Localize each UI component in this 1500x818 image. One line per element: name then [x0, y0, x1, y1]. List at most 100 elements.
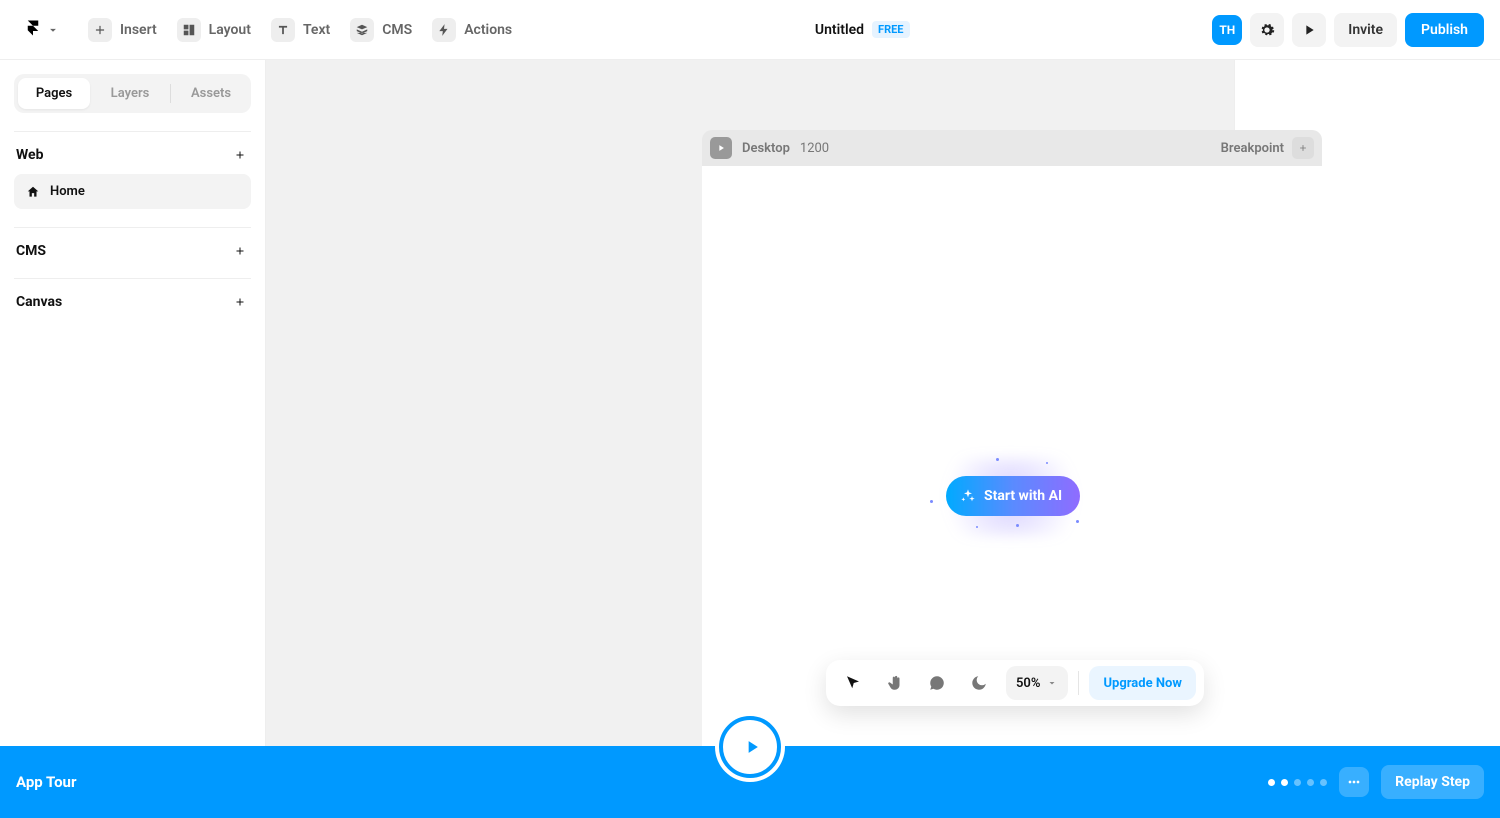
chevron-down-icon [46, 23, 60, 37]
tour-dot[interactable] [1307, 779, 1314, 786]
tour-dot[interactable] [1268, 779, 1275, 786]
comment-icon [928, 674, 946, 692]
actions-menu[interactable]: Actions [432, 18, 512, 42]
breakpoint-device[interactable]: Desktop [742, 141, 790, 156]
invite-button[interactable]: Invite [1334, 13, 1397, 47]
framer-logo-icon [24, 19, 42, 41]
top-toolbar-left: Insert Layout Text CMS Actions [16, 13, 512, 47]
dark-mode-button[interactable] [960, 664, 998, 702]
section-web-header: Web [14, 146, 251, 164]
publish-label: Publish [1421, 22, 1468, 38]
sidebar-tabs: Pages Layers Assets [14, 74, 251, 113]
sparkle-icon [1046, 462, 1048, 464]
insert-label: Insert [120, 22, 157, 38]
main-body: Pages Layers Assets Web Home CMS Canvas [0, 60, 1500, 746]
layout-menu[interactable]: Layout [177, 18, 251, 42]
app-tour-bar: App Tour Replay Step [0, 746, 1500, 818]
upgrade-button[interactable]: Upgrade Now [1089, 666, 1195, 700]
ai-button-wrap: Start with AI [946, 476, 1080, 516]
tab-assets[interactable]: Assets [175, 78, 247, 109]
tab-divider [170, 84, 171, 103]
section-web: Web Home [14, 131, 251, 209]
dots-icon [1346, 774, 1362, 790]
publish-button[interactable]: Publish [1405, 13, 1484, 47]
breakpoint-bar: Desktop 1200 Breakpoint [702, 130, 1322, 166]
tour-dot[interactable] [1281, 779, 1288, 786]
tour-more-button[interactable] [1339, 767, 1369, 797]
user-avatar[interactable]: TH [1212, 15, 1242, 45]
add-cms-button[interactable] [231, 242, 249, 260]
moon-icon [970, 674, 988, 692]
text-menu[interactable]: Text [271, 18, 330, 42]
breakpoint-device-icon[interactable] [710, 137, 732, 159]
add-breakpoint-button[interactable] [1292, 137, 1314, 159]
plus-icon [1298, 143, 1308, 153]
sparkle-icon [960, 488, 976, 504]
chevron-down-icon [1046, 677, 1058, 689]
sparkle-icon [930, 500, 933, 503]
sparkle-icon [976, 526, 978, 528]
comment-tool-button[interactable] [918, 664, 956, 702]
replay-label: Replay Step [1395, 774, 1470, 790]
bolt-icon [432, 18, 456, 42]
cursor-tool-button[interactable] [834, 664, 872, 702]
zoom-value: 50% [1016, 676, 1040, 691]
sparkle-icon [996, 458, 999, 461]
invite-label: Invite [1348, 22, 1383, 38]
tour-dot[interactable] [1320, 779, 1327, 786]
play-icon [1301, 22, 1317, 38]
zoom-dropdown[interactable]: 50% [1006, 666, 1068, 700]
play-icon [742, 737, 762, 757]
app-menu-button[interactable] [16, 13, 68, 47]
add-canvas-button[interactable] [231, 293, 249, 311]
page-item-home[interactable]: Home [14, 174, 251, 209]
page-item-label: Home [50, 184, 85, 199]
section-canvas: Canvas [14, 278, 251, 311]
toolbar-divider [1078, 671, 1079, 695]
left-sidebar: Pages Layers Assets Web Home CMS Canvas [0, 60, 266, 746]
layout-label: Layout [209, 22, 251, 38]
top-toolbar-right: TH Invite Publish [1212, 13, 1484, 47]
settings-button[interactable] [1250, 13, 1284, 47]
hand-icon [886, 674, 904, 692]
start-with-ai-button[interactable]: Start with AI [946, 476, 1080, 516]
tour-title: App Tour [16, 773, 76, 791]
text-icon [271, 18, 295, 42]
stack-icon [350, 18, 374, 42]
tour-play-button[interactable] [719, 716, 781, 778]
section-cms: CMS [14, 227, 251, 260]
upgrade-label: Upgrade Now [1103, 676, 1181, 691]
cursor-icon [844, 674, 862, 692]
actions-label: Actions [464, 22, 512, 38]
breakpoint-width[interactable]: 1200 [800, 141, 829, 156]
add-web-page-button[interactable] [231, 146, 249, 164]
tab-layers[interactable]: Layers [94, 78, 166, 109]
hand-tool-button[interactable] [876, 664, 914, 702]
home-icon [26, 185, 40, 199]
section-cms-title: CMS [16, 243, 46, 259]
section-canvas-header: Canvas [14, 293, 251, 311]
replay-step-button[interactable]: Replay Step [1381, 765, 1484, 799]
text-label: Text [303, 22, 330, 38]
plan-badge: FREE [872, 21, 909, 38]
tour-dot[interactable] [1294, 779, 1301, 786]
preview-button[interactable] [1292, 13, 1326, 47]
sparkle-icon [1076, 520, 1079, 523]
cms-menu[interactable]: CMS [350, 18, 412, 42]
ai-button-label: Start with AI [984, 488, 1062, 504]
project-title[interactable]: Untitled [815, 22, 864, 38]
layout-icon [177, 18, 201, 42]
breakpoint-label: Breakpoint [1221, 141, 1284, 156]
section-cms-header: CMS [14, 242, 251, 260]
gear-icon [1259, 22, 1275, 38]
insert-menu[interactable]: Insert [88, 18, 157, 42]
tour-right: Replay Step [1268, 765, 1484, 799]
section-canvas-title: Canvas [16, 294, 62, 310]
top-toolbar: Insert Layout Text CMS Actions Untitled … [0, 0, 1500, 60]
tour-step-dots [1268, 779, 1327, 786]
canvas-area[interactable]: Desktop 1200 Breakpoint Start with AI [266, 60, 1234, 746]
cms-label: CMS [382, 22, 412, 38]
tab-pages[interactable]: Pages [18, 78, 90, 109]
section-web-title: Web [16, 147, 43, 163]
sparkle-icon [1016, 524, 1019, 527]
